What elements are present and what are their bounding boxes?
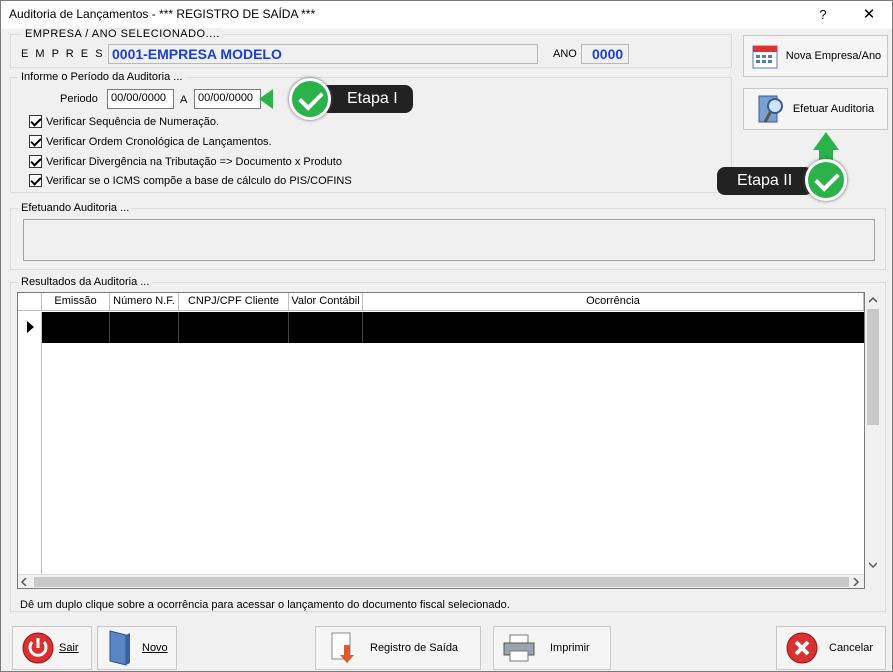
etapa1-label: Etapa I — [347, 90, 398, 107]
check-ordem[interactable]: Verificar Ordem Cronológica de Lançament… — [29, 135, 272, 148]
hint-text: Dê um duplo clique sobre a ocorrência pa… — [20, 599, 510, 611]
cancel-icon — [786, 632, 818, 664]
etapa2-check-icon — [805, 159, 847, 201]
efetuando-progress-box — [23, 219, 875, 261]
col-emissao[interactable]: Emissão — [42, 293, 110, 311]
scroll-down-icon[interactable] — [869, 561, 877, 569]
main-window: Auditoria de Lançamentos - *** REGISTRO … — [0, 0, 893, 672]
empresa-group-label: EMPRESA / ANO SELECIONADO.... — [23, 28, 222, 40]
printer-icon — [503, 634, 535, 662]
col-cnpj-cpf[interactable]: CNPJ/CPF Cliente — [179, 293, 289, 311]
check-sequencia-label: Verificar Sequência de Numeração. — [46, 116, 220, 128]
cell-cnpj-cpf[interactable] — [179, 312, 289, 343]
calendar-icon — [752, 45, 778, 69]
imprimir-button[interactable]: Imprimir — [493, 626, 611, 670]
efetuar-auditoria-button[interactable]: Efetuar Auditoria — [743, 88, 888, 130]
cell-valor-contabil[interactable] — [289, 312, 363, 343]
checkbox-checked-icon[interactable] — [29, 155, 42, 168]
cancelar-label: Cancelar — [829, 642, 874, 654]
horizontal-scrollbar[interactable] — [18, 574, 864, 588]
check-divergencia-label: Verificar Divergência na Tributação => D… — [46, 156, 342, 168]
scroll-left-icon[interactable] — [20, 578, 28, 586]
scroll-right-icon[interactable] — [852, 578, 860, 586]
etapa1-callout: Etapa I — [321, 85, 413, 113]
etapa1-pointer-icon — [259, 89, 273, 109]
check-icms-label: Verificar se o ICMS compõe a base de cál… — [46, 175, 352, 187]
etapa2-label: Etapa II — [737, 172, 793, 189]
cell-numero-nf[interactable] — [110, 312, 179, 343]
periodo-group-label: Informe o Período da Auditoria ... — [18, 71, 186, 83]
resultados-label: Resultados da Auditoria ... — [18, 276, 153, 288]
checkbox-checked-icon[interactable] — [29, 174, 42, 187]
empresa-label: E M P R E S A — [21, 48, 119, 60]
ano-value-box: 0000 — [581, 44, 629, 64]
audit-search-icon — [758, 95, 783, 123]
cancelar-button[interactable]: Cancelar — [776, 626, 886, 670]
horizontal-scroll-thumb[interactable] — [34, 577, 849, 587]
new-document-icon — [109, 630, 130, 666]
imprimir-label: Imprimir — [550, 642, 590, 654]
efetuando-label: Efetuando Auditoria ... — [18, 202, 133, 214]
checkbox-checked-icon[interactable] — [29, 135, 42, 148]
sair-label: Sair — [59, 642, 79, 654]
periodo-start-input[interactable]: 00/00/0000 — [107, 89, 174, 109]
row-indicator-column — [18, 312, 42, 576]
checkbox-checked-icon[interactable] — [29, 115, 42, 128]
col-numero-nf[interactable]: Número N.F. — [110, 293, 179, 311]
efetuar-auditoria-label: Efetuar Auditoria — [792, 103, 875, 115]
periodo-end-input[interactable]: 00/00/0000 — [194, 89, 261, 109]
cell-emissao[interactable] — [42, 312, 110, 343]
empresa-group: EMPRESA / ANO SELECIONADO.... E M P R E … — [10, 28, 732, 68]
vertical-scrollbar[interactable] — [865, 293, 881, 575]
row-indicator-header — [18, 293, 42, 311]
ano-value: 0000 — [592, 46, 624, 62]
etapa2-pointer-icon — [813, 132, 839, 162]
novo-button[interactable]: Novo — [97, 626, 177, 670]
scroll-up-icon[interactable] — [869, 296, 877, 304]
check-ordem-label: Verificar Ordem Cronológica de Lançament… — [46, 136, 272, 148]
vertical-scroll-thumb[interactable] — [867, 309, 879, 425]
registro-saida-label: Registro de Saída — [370, 642, 459, 654]
periodo-label: Periodo — [60, 93, 98, 105]
etapa2-callout: Etapa II — [717, 167, 813, 195]
window-title: Auditoria de Lançamentos - *** REGISTRO … — [9, 7, 316, 21]
help-button[interactable]: ? — [801, 1, 845, 29]
table-row[interactable] — [42, 312, 864, 343]
efetuando-group: Efetuando Auditoria ... — [10, 202, 886, 270]
sair-button[interactable]: Sair — [12, 626, 92, 670]
empresa-value: 0001-EMPRESA MODELO — [112, 46, 282, 62]
ano-label: ANO — [553, 48, 577, 60]
check-divergencia[interactable]: Verificar Divergência na Tributação => D… — [29, 155, 342, 168]
power-icon — [22, 632, 54, 664]
close-button[interactable]: ✕ — [847, 1, 891, 29]
check-sequencia[interactable]: Verificar Sequência de Numeração. — [29, 115, 219, 128]
periodo-separator: A — [180, 94, 188, 106]
results-grid[interactable]: Emissão Número N.F. CNPJ/CPF Cliente Val… — [17, 292, 865, 589]
document-export-icon — [331, 632, 354, 663]
nova-empresa-button[interactable]: Nova Empresa/Ano — [743, 35, 888, 77]
check-icms[interactable]: Verificar se o ICMS compõe a base de cál… — [29, 174, 352, 187]
current-row-arrow-icon — [27, 321, 34, 333]
nova-empresa-label: Nova Empresa/Ano — [785, 50, 882, 62]
col-valor-contabil[interactable]: Valor Contábil — [289, 293, 363, 311]
registro-saida-button[interactable]: Registro de Saída — [315, 626, 481, 670]
etapa1-check-icon — [289, 78, 331, 120]
novo-label: Novo — [142, 642, 168, 654]
col-ocorrencia[interactable]: Ocorrência — [363, 293, 864, 311]
empresa-value-box: 0001-EMPRESA MODELO — [108, 44, 538, 64]
title-bar: Auditoria de Lançamentos - *** REGISTRO … — [1, 1, 892, 29]
